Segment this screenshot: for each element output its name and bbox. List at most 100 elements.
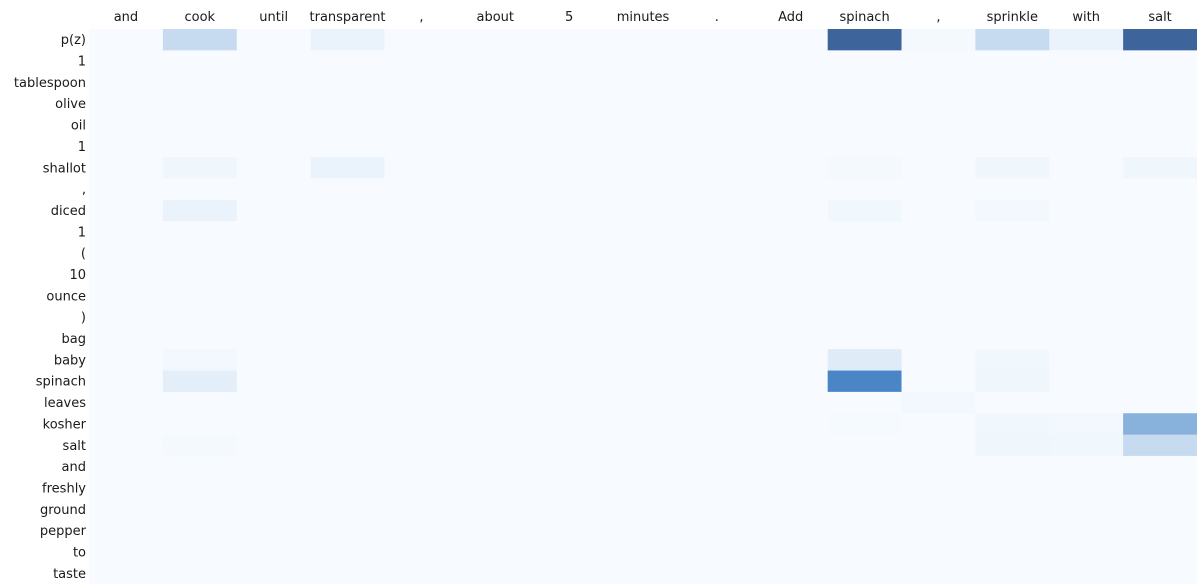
heatmap-cell [975, 370, 1050, 393]
heatmap-cell [901, 541, 976, 564]
heatmap-cell [310, 519, 385, 542]
heatmap-cell [162, 370, 238, 393]
heatmap-cell [458, 178, 533, 201]
heatmap-cell [532, 349, 607, 372]
y-tick-label: , [82, 183, 86, 198]
heatmap-cell [89, 306, 164, 329]
heatmap-cell [310, 498, 385, 521]
heatmap-cell [753, 135, 829, 158]
heatmap-cell [310, 157, 385, 179]
heatmap-cell [89, 562, 164, 584]
heatmap-cell [679, 306, 755, 329]
heatmap-cell [901, 477, 976, 500]
heatmap-cell [901, 71, 976, 94]
heatmap-cell [975, 178, 1050, 201]
x-tick-label: cook [185, 10, 216, 25]
heatmap-cell [606, 455, 681, 478]
heatmap-cell [310, 370, 385, 393]
heatmap-cell [827, 29, 903, 51]
heatmap-cell [1049, 306, 1124, 329]
heatmap-cell [975, 519, 1050, 542]
heatmap-cell [753, 519, 829, 542]
y-tick-label: ) [81, 311, 86, 326]
heatmap-cell [532, 477, 607, 500]
heatmap-cell [89, 327, 164, 350]
heatmap-cell [1123, 562, 1197, 584]
heatmap-cell [384, 434, 459, 457]
heatmap-cell [532, 93, 607, 115]
heatmap-cell [162, 519, 238, 542]
heatmap-cell [606, 498, 681, 521]
heatmap-cell [532, 413, 607, 436]
heatmap-cell [753, 71, 829, 94]
x-tick-label: . [715, 10, 719, 25]
heatmap-cell [1049, 50, 1124, 73]
heatmap-cell [1123, 71, 1197, 94]
heatmap-cell [901, 285, 976, 307]
heatmap-cell [901, 349, 976, 372]
heatmap-cell [89, 29, 164, 51]
heatmap-cell [532, 519, 607, 542]
heatmap-cell [532, 562, 607, 584]
heatmap-cell [384, 327, 459, 350]
heatmap-cell [679, 135, 755, 158]
heatmap-cell [606, 221, 681, 243]
heatmap-cell [458, 135, 533, 158]
heatmap-cell [89, 71, 164, 94]
heatmap-cell [606, 93, 681, 115]
heatmap-cell [1049, 349, 1124, 372]
y-tick-label: to [73, 545, 86, 560]
heatmap-cell [384, 413, 459, 436]
heatmap-cell [753, 221, 829, 243]
heatmap-cell [827, 221, 903, 243]
heatmap-cell [606, 71, 681, 94]
heatmap-cell [827, 519, 903, 542]
heatmap-cell [532, 178, 607, 201]
heatmap-cell [1123, 263, 1197, 286]
heatmap-cell [679, 50, 755, 73]
heatmap-cell [1049, 178, 1124, 201]
heatmap-cell [162, 178, 238, 201]
x-tick-label: and [114, 10, 138, 25]
heatmap-cell [532, 327, 607, 350]
y-tick-label: pepper [40, 524, 87, 539]
heatmap-cell [753, 349, 829, 372]
heatmap-cell [753, 93, 829, 115]
heatmap-cell [753, 327, 829, 350]
heatmap-cell [384, 263, 459, 286]
heatmap-cell [384, 541, 459, 564]
heatmap-cell [89, 178, 164, 201]
heatmap-cell [1049, 498, 1124, 521]
heatmap-cell [606, 327, 681, 350]
heatmap-cell [162, 135, 238, 158]
heatmap-cell [532, 199, 607, 222]
heatmap-cell [975, 455, 1050, 478]
heatmap-cell [753, 242, 829, 265]
heatmap-cell [458, 306, 533, 329]
heatmap-cell [753, 413, 829, 436]
y-axis-tick-labels: p(z) 1 tablespoon olive oil 1 shallot, diced 1 (1… [14, 33, 87, 582]
heatmap-cell [827, 242, 903, 265]
heatmap-cell [236, 199, 312, 222]
heatmap-cell [162, 413, 238, 436]
heatmap-cell [901, 29, 976, 51]
heatmap-cell [1123, 114, 1197, 137]
y-tick-label: bag [62, 332, 86, 347]
heatmap-cell [162, 157, 238, 179]
heatmap-cell [827, 541, 903, 564]
heatmap-cell [1123, 157, 1197, 179]
heatmap-cell [679, 455, 755, 478]
heatmap-cell [458, 199, 533, 222]
y-tick-label: ounce [46, 289, 86, 304]
heatmap-cell [236, 519, 312, 542]
heatmap-cell [162, 285, 238, 307]
heatmap-cell [162, 327, 238, 350]
heatmap-cell [162, 349, 238, 372]
heatmap-cell [1049, 242, 1124, 265]
heatmap-cell [679, 541, 755, 564]
heatmap-cell [310, 327, 385, 350]
heatmap-cell [532, 455, 607, 478]
heatmap-cell [1123, 391, 1197, 414]
heatmap-cell [532, 306, 607, 329]
heatmap-cell [975, 327, 1050, 350]
